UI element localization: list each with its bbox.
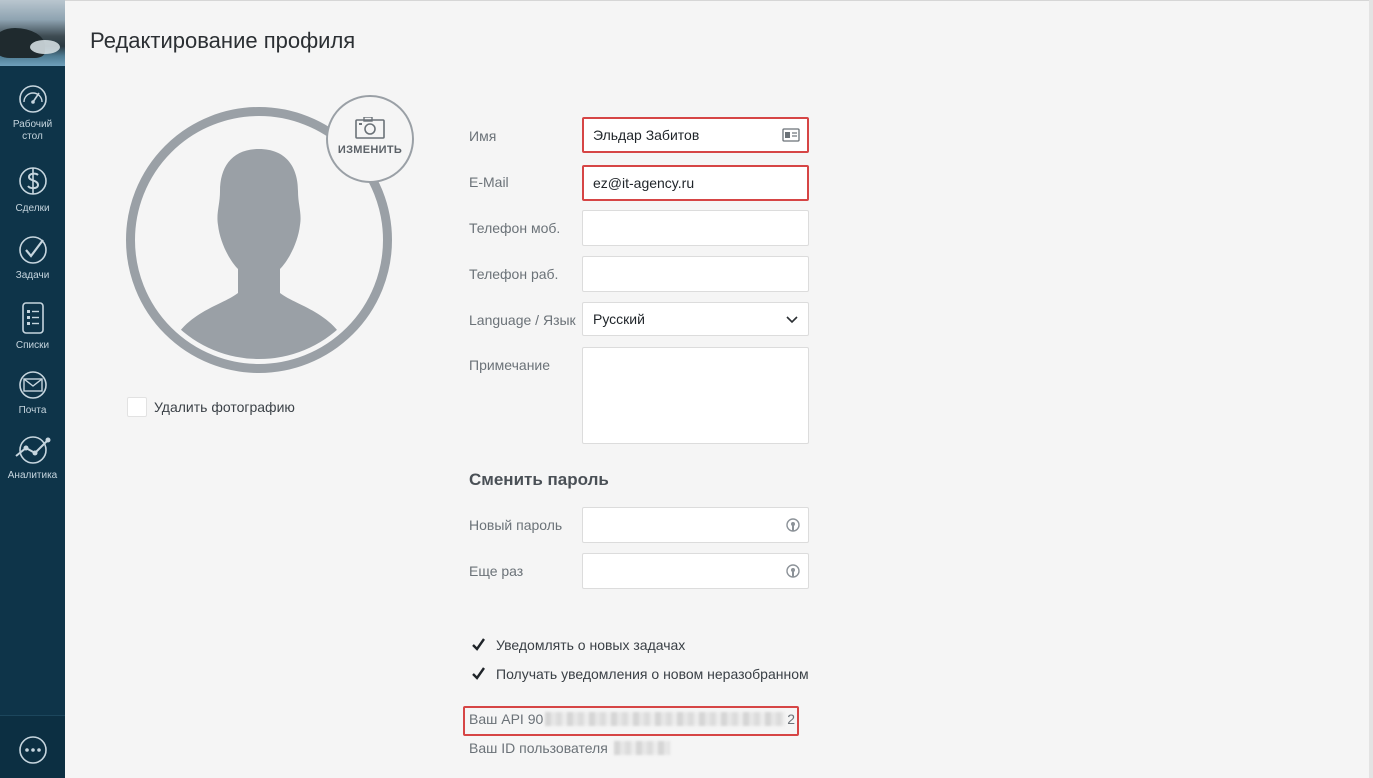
repeat-password-field[interactable]	[582, 553, 809, 589]
password-key-icon[interactable]	[785, 563, 801, 581]
sidebar-item-tasks[interactable]: Задачи	[0, 234, 65, 282]
right-scrollbar-track[interactable]	[1369, 0, 1373, 778]
sidebar-item-label: Рабочий	[12, 119, 53, 130]
sidebar-item-deals[interactable]: Сделки	[0, 163, 65, 215]
password-key-icon[interactable]	[785, 517, 801, 535]
change-password-title: Сменить пароль	[469, 470, 609, 489]
sidebar-item-label: стол	[22, 131, 43, 142]
note-label: Примечание	[469, 357, 551, 373]
dashboard-gauge-icon	[18, 85, 47, 113]
api-key-label: Ваш API	[469, 711, 524, 727]
user-avatar-thumbnail[interactable]	[0, 0, 65, 66]
name-value: Эльдар Забитов	[593, 127, 700, 143]
user-id-label: Ваш ID пользователя	[469, 740, 608, 756]
delete-photo-row[interactable]: Удалить фотографию	[127, 397, 295, 417]
email-field[interactable]: ez@it-agency.ru	[582, 165, 809, 201]
api-key-blurred	[545, 712, 786, 726]
email-value: ez@it-agency.ru	[593, 175, 695, 191]
notify-unsorted-label: Получать уведомления о новом неразобранн…	[496, 666, 809, 682]
language-value: Русский	[593, 311, 645, 327]
sidebar-item-dashboard[interactable]: Рабочий стол	[0, 83, 65, 143]
sidebar-item-mail[interactable]: Почта	[0, 369, 65, 417]
delete-photo-checkbox[interactable]	[127, 397, 147, 417]
chat-icon	[19, 736, 47, 764]
notify-unsorted-checkbox[interactable]	[469, 664, 489, 684]
change-photo-button[interactable]: ИЗМЕНИТЬ	[326, 95, 414, 183]
language-select[interactable]: Русский	[582, 302, 809, 336]
contact-card-icon[interactable]	[782, 128, 800, 142]
phone-mobile-label: Телефон моб.	[469, 220, 561, 236]
name-label: Имя	[469, 128, 497, 144]
api-key-prefix: 90	[527, 711, 544, 727]
delete-photo-label: Удалить фотографию	[154, 399, 295, 415]
new-password-label: Новый пароль	[469, 517, 563, 533]
notify-tasks-row[interactable]: Уведомлять о новых задачах	[469, 635, 685, 655]
notify-unsorted-row[interactable]: Получать уведомления о новом неразобранн…	[469, 664, 809, 684]
phone-work-field[interactable]	[582, 256, 809, 292]
sidebar-item-analytics[interactable]: Аналитика	[0, 434, 65, 482]
sidebar-item-lists[interactable]: Списки	[0, 300, 65, 352]
checkmark-icon	[472, 638, 485, 651]
analytics-icon	[14, 436, 50, 464]
sidebar-item-label: Списки	[15, 340, 50, 351]
list-icon	[21, 302, 44, 334]
chevron-down-icon	[786, 316, 798, 324]
sidebar-item-label: Аналитика	[7, 470, 58, 481]
new-password-field[interactable]	[582, 507, 809, 543]
api-key-row: Ваш API 90 2	[469, 711, 795, 727]
api-key-suffix: 2	[787, 711, 796, 727]
phone-mobile-field[interactable]	[582, 210, 809, 246]
check-circle-icon	[18, 236, 47, 264]
sidebar: Рабочий стол Сделки Задачи Списки Почта …	[0, 0, 65, 778]
checkmark-icon	[472, 667, 485, 680]
user-id-row: Ваш ID пользователя	[469, 740, 672, 756]
top-divider	[65, 0, 1373, 1]
sidebar-item-label: Сделки	[15, 203, 50, 214]
camera-icon	[355, 117, 385, 139]
chat-button[interactable]	[0, 715, 65, 778]
user-id-blurred	[613, 741, 670, 755]
change-photo-label: ИЗМЕНИТЬ	[337, 144, 403, 156]
mail-icon	[18, 371, 47, 399]
dollar-icon	[18, 167, 47, 195]
email-label: E-Mail	[469, 174, 509, 190]
notify-tasks-checkbox[interactable]	[469, 635, 489, 655]
repeat-password-label: Еще раз	[469, 563, 524, 579]
phone-work-label: Телефон раб.	[469, 266, 559, 282]
sidebar-item-label: Задачи	[15, 270, 50, 281]
language-label: Language / Язык	[469, 312, 576, 328]
name-field[interactable]: Эльдар Забитов	[582, 117, 809, 153]
sidebar-item-label: Почта	[18, 405, 47, 416]
note-textarea[interactable]	[582, 347, 809, 444]
page-title: Редактирование профиля	[90, 28, 356, 53]
notify-tasks-label: Уведомлять о новых задачах	[496, 637, 686, 653]
